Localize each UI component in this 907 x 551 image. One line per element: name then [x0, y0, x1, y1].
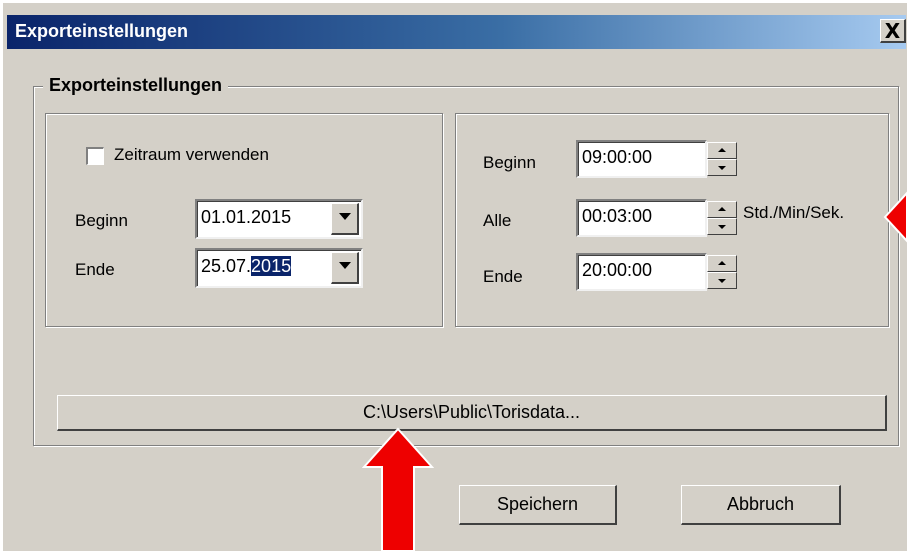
spin-up-button[interactable] [707, 201, 737, 218]
date-end-picker[interactable]: 25.07.2015 [195, 248, 363, 288]
chevron-down-icon [339, 213, 351, 220]
spin-down-button[interactable] [707, 272, 737, 289]
time-end-label: Ende [483, 267, 523, 286]
window-title: Exporteinstellungen [15, 21, 189, 41]
red-arrow-icon [362, 427, 434, 551]
time-every-input[interactable]: 00:03:00 [576, 199, 707, 237]
close-icon: X [884, 19, 901, 43]
time-every-value[interactable]: 00:03:00 [582, 206, 652, 227]
time-end-input[interactable]: 20:00:00 [576, 253, 707, 291]
spin-up-button[interactable] [707, 255, 737, 272]
export-settings-dialog: Exporteinstellungen X Exporteinstellunge… [2, 2, 907, 551]
chevron-down-icon [339, 262, 351, 269]
close-button[interactable]: X [880, 19, 906, 43]
save-button-label: Speichern [496, 494, 579, 514]
title-bar[interactable]: Exporteinstellungen X [7, 15, 906, 49]
red-arrow-icon [883, 191, 907, 243]
date-end-value-selected: 2015 [251, 256, 292, 276]
spin-down-icon [718, 225, 726, 229]
time-begin-input[interactable]: 09:00:00 [576, 140, 707, 178]
spin-up-icon [718, 148, 726, 152]
time-begin-label: Beginn [483, 153, 536, 172]
date-end-value-prefix: 25.07. [201, 256, 252, 276]
export-path-button[interactable]: C:\Users\Public\Torisdata... [57, 395, 887, 431]
spin-down-icon [718, 279, 726, 283]
export-path-label: C:\Users\Public\Torisdata... [362, 402, 581, 422]
use-period-checkbox[interactable] [86, 147, 104, 165]
time-begin-value[interactable]: 09:00:00 [582, 147, 652, 168]
date-begin-value[interactable]: 01.01.2015 [201, 207, 291, 228]
time-end-value[interactable]: 20:00:00 [582, 260, 652, 281]
cancel-button-label: Abbruch [726, 494, 795, 514]
date-begin-dropdown-button[interactable] [331, 203, 359, 235]
spin-down-button[interactable] [707, 218, 737, 235]
date-begin-picker[interactable]: 01.01.2015 [195, 199, 363, 239]
spin-down-button[interactable] [707, 159, 737, 176]
date-end-value[interactable]: 25.07.2015 [201, 256, 292, 277]
date-end-label: Ende [75, 260, 115, 279]
cancel-button[interactable]: Abbruch [681, 485, 841, 525]
spin-up-icon [718, 261, 726, 265]
time-every-label: Alle [483, 211, 512, 230]
interval-unit-label: Std./Min/Sek. [743, 203, 845, 222]
spin-up-button[interactable] [707, 142, 737, 159]
save-button[interactable]: Speichern [459, 485, 617, 525]
use-period-label[interactable]: Zeitraum verwenden [114, 145, 269, 165]
time-every-spinner[interactable] [707, 201, 737, 235]
time-begin-spinner[interactable] [707, 142, 737, 176]
date-end-dropdown-button[interactable] [331, 252, 359, 284]
date-begin-label: Beginn [75, 211, 128, 230]
time-end-spinner[interactable] [707, 255, 737, 289]
group-title: Exporteinstellungen [43, 75, 229, 96]
spin-down-icon [718, 166, 726, 170]
spin-up-icon [718, 207, 726, 211]
